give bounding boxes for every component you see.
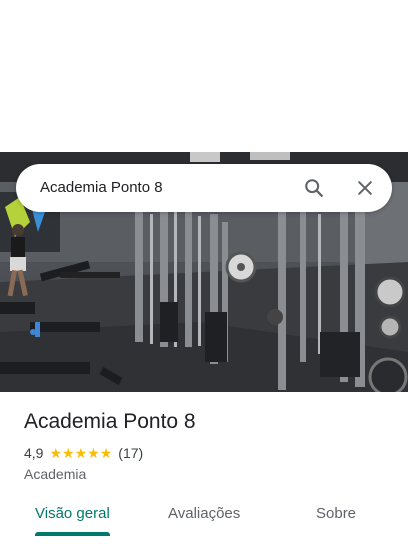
review-count[interactable]: (17)	[118, 445, 143, 461]
star-icon: ★	[87, 445, 100, 461]
map-blank-area	[0, 0, 408, 152]
search-query-text[interactable]: Academia Ponto 8	[40, 179, 163, 196]
rating-value: 4,9	[24, 445, 44, 461]
star-icon: ★	[49, 445, 63, 461]
star-rating: ★ ★ ★ ★ ★	[49, 446, 112, 460]
star-icon: ★	[99, 445, 113, 461]
close-icon[interactable]	[349, 172, 381, 204]
rating-row[interactable]: 4,9 ★ ★ ★ ★ ★ (17)	[24, 445, 143, 461]
star-icon: ★	[62, 445, 75, 461]
star-icon: ★	[74, 445, 88, 461]
tab-reviews[interactable]: Avaliações	[168, 505, 240, 522]
place-title: Academia Ponto 8	[24, 410, 196, 433]
search-icon[interactable]	[298, 172, 330, 204]
tab-overview[interactable]: Visão geral	[35, 505, 110, 522]
active-tab-indicator	[35, 532, 110, 536]
search-bar[interactable]: Academia Ponto 8	[16, 164, 392, 212]
place-tabs: Visão geral Avaliações Sobre	[0, 496, 408, 544]
tab-about[interactable]: Sobre	[316, 505, 356, 522]
place-category: Academia	[24, 466, 87, 482]
